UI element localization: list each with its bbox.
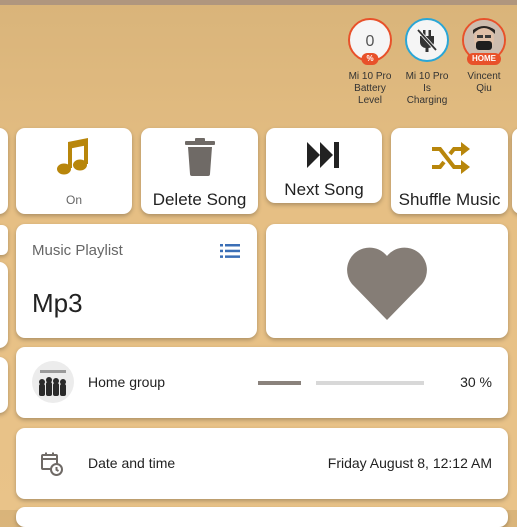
date-time-label: Date and time <box>88 455 176 471</box>
calendar-clock-icon <box>41 452 63 476</box>
next-song-button[interactable]: Next Song <box>266 128 382 203</box>
person-badge[interactable]: HOME Vincent Qiu <box>458 18 510 95</box>
next-song-label: Next Song <box>284 180 364 199</box>
charging-badge[interactable]: Mi 10 Pro Is Charging <box>401 18 453 107</box>
music-toggle-state: On <box>65 193 82 207</box>
charging-circle <box>405 18 449 62</box>
power-plug-off-icon <box>416 28 438 52</box>
playlist-title: Music Playlist <box>32 242 123 259</box>
offscreen-card-left-4 <box>0 225 8 255</box>
volume-value: 30 % <box>460 374 492 390</box>
skip-next-icon <box>266 142 382 173</box>
offscreen-card-right <box>512 128 517 214</box>
date-time-row[interactable]: Date and time Friday August 8, 12:12 AM <box>16 428 508 499</box>
avatar: HOME <box>462 18 506 65</box>
battery-level-circle: 0 % <box>348 18 392 65</box>
date-time-value: Friday August 8, 12:12 AM <box>327 455 492 471</box>
shuffle-music-button[interactable]: Shuffle Music <box>391 128 508 214</box>
battery-level-value: 0 <box>365 33 375 50</box>
mute-button-bar[interactable] <box>258 381 301 385</box>
playlist-value: Mp3 <box>32 288 83 318</box>
home-group-row[interactable]: Home group 30 % <box>16 347 508 418</box>
charging-label: Mi 10 Pro Is Charging <box>405 71 449 106</box>
heart-icon <box>347 247 427 320</box>
trash-icon <box>141 138 258 181</box>
music-note-icon <box>16 138 132 183</box>
battery-level-unit: % <box>361 53 379 65</box>
shuffle-icon <box>391 142 508 179</box>
offscreen-card-left-1 <box>0 128 8 214</box>
top-edge <box>0 0 517 5</box>
home-group-label: Home group <box>88 374 166 390</box>
battery-level-badge[interactable]: 0 % Mi 10 Pro Battery Level <box>344 18 396 107</box>
battery-level-label: Mi 10 Pro Battery Level <box>348 71 392 106</box>
volume-slider-fill <box>316 381 349 385</box>
next-row-card <box>16 507 508 527</box>
person-label: Vincent Qiu <box>467 71 501 94</box>
delete-song-button[interactable]: Delete Song <box>141 128 258 214</box>
music-playlist-card[interactable]: Music Playlist Mp3 <box>16 224 257 338</box>
person-state-tag: HOME <box>467 53 501 65</box>
delete-song-label: Delete Song <box>152 190 247 209</box>
offscreen-card-left-2 <box>0 262 8 348</box>
shuffle-music-label: Shuffle Music <box>398 190 501 209</box>
music-toggle-tile[interactable]: On <box>16 128 132 214</box>
list-icon[interactable] <box>220 243 240 264</box>
offscreen-card-left-3 <box>0 357 8 413</box>
album-art <box>32 361 74 403</box>
favorite-card[interactable] <box>266 224 508 338</box>
volume-slider[interactable] <box>316 381 424 385</box>
